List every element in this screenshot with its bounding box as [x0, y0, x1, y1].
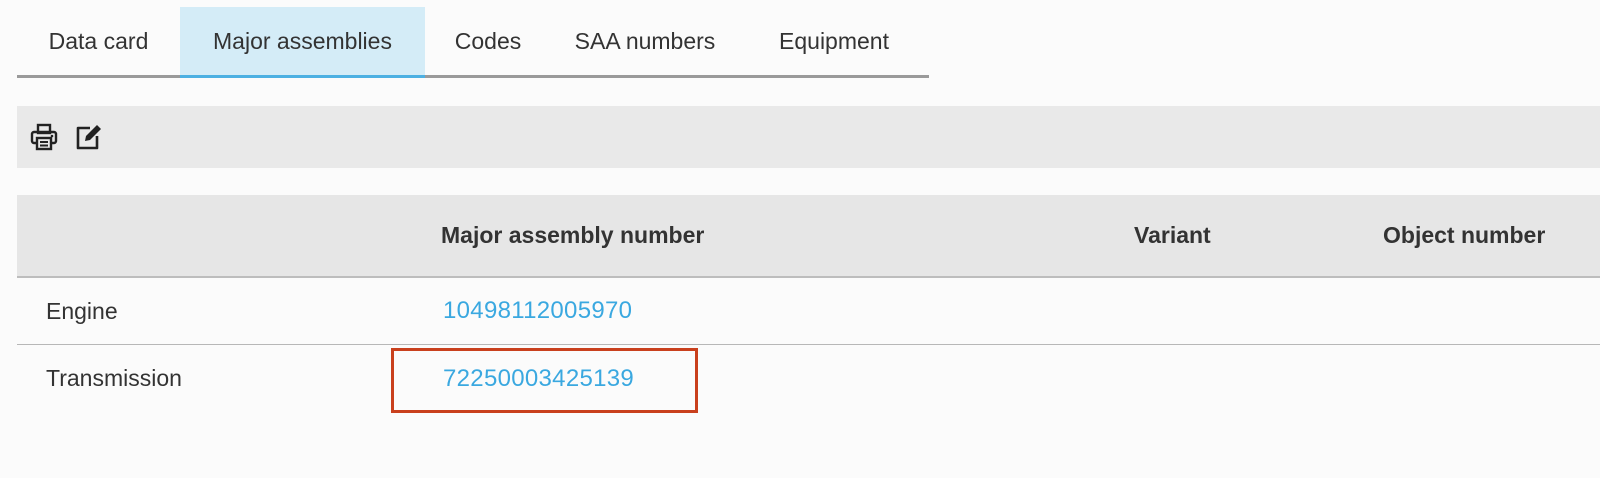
assembly-number-link[interactable]: 10498112005970: [443, 278, 632, 344]
tab-codes[interactable]: Codes: [425, 7, 551, 75]
tab-saa-numbers[interactable]: SAA numbers: [551, 7, 739, 75]
column-header-major-assembly-number: Major assembly number: [441, 222, 705, 248]
edit-icon: [76, 125, 101, 150]
edit-button[interactable]: [71, 120, 105, 154]
column-header-variant: Variant: [1134, 222, 1211, 248]
row-label: Engine: [46, 297, 118, 324]
table-header: Major assembly number Variant Object num…: [17, 195, 1600, 278]
table-row: Engine 10498112005970: [17, 278, 1600, 345]
row-label: Transmission: [46, 365, 182, 391]
tab-bar: Data card Major assemblies Codes SAA num…: [17, 7, 929, 78]
tab-data-card[interactable]: Data card: [17, 7, 180, 75]
tab-major-assemblies[interactable]: Major assemblies: [180, 7, 425, 78]
table-row: Transmission 72250003425139: [17, 345, 1600, 412]
column-header-object-number: Object number: [1383, 222, 1546, 248]
toolbar: [17, 106, 1600, 168]
page: Data card Major assemblies Codes SAA num…: [0, 0, 1600, 478]
printer-icon: [30, 123, 58, 151]
major-assemblies-table: Major assembly number Variant Object num…: [17, 195, 1600, 412]
print-button[interactable]: [27, 120, 61, 154]
assembly-number-link[interactable]: 72250003425139: [443, 345, 634, 412]
tab-equipment[interactable]: Equipment: [739, 7, 929, 75]
